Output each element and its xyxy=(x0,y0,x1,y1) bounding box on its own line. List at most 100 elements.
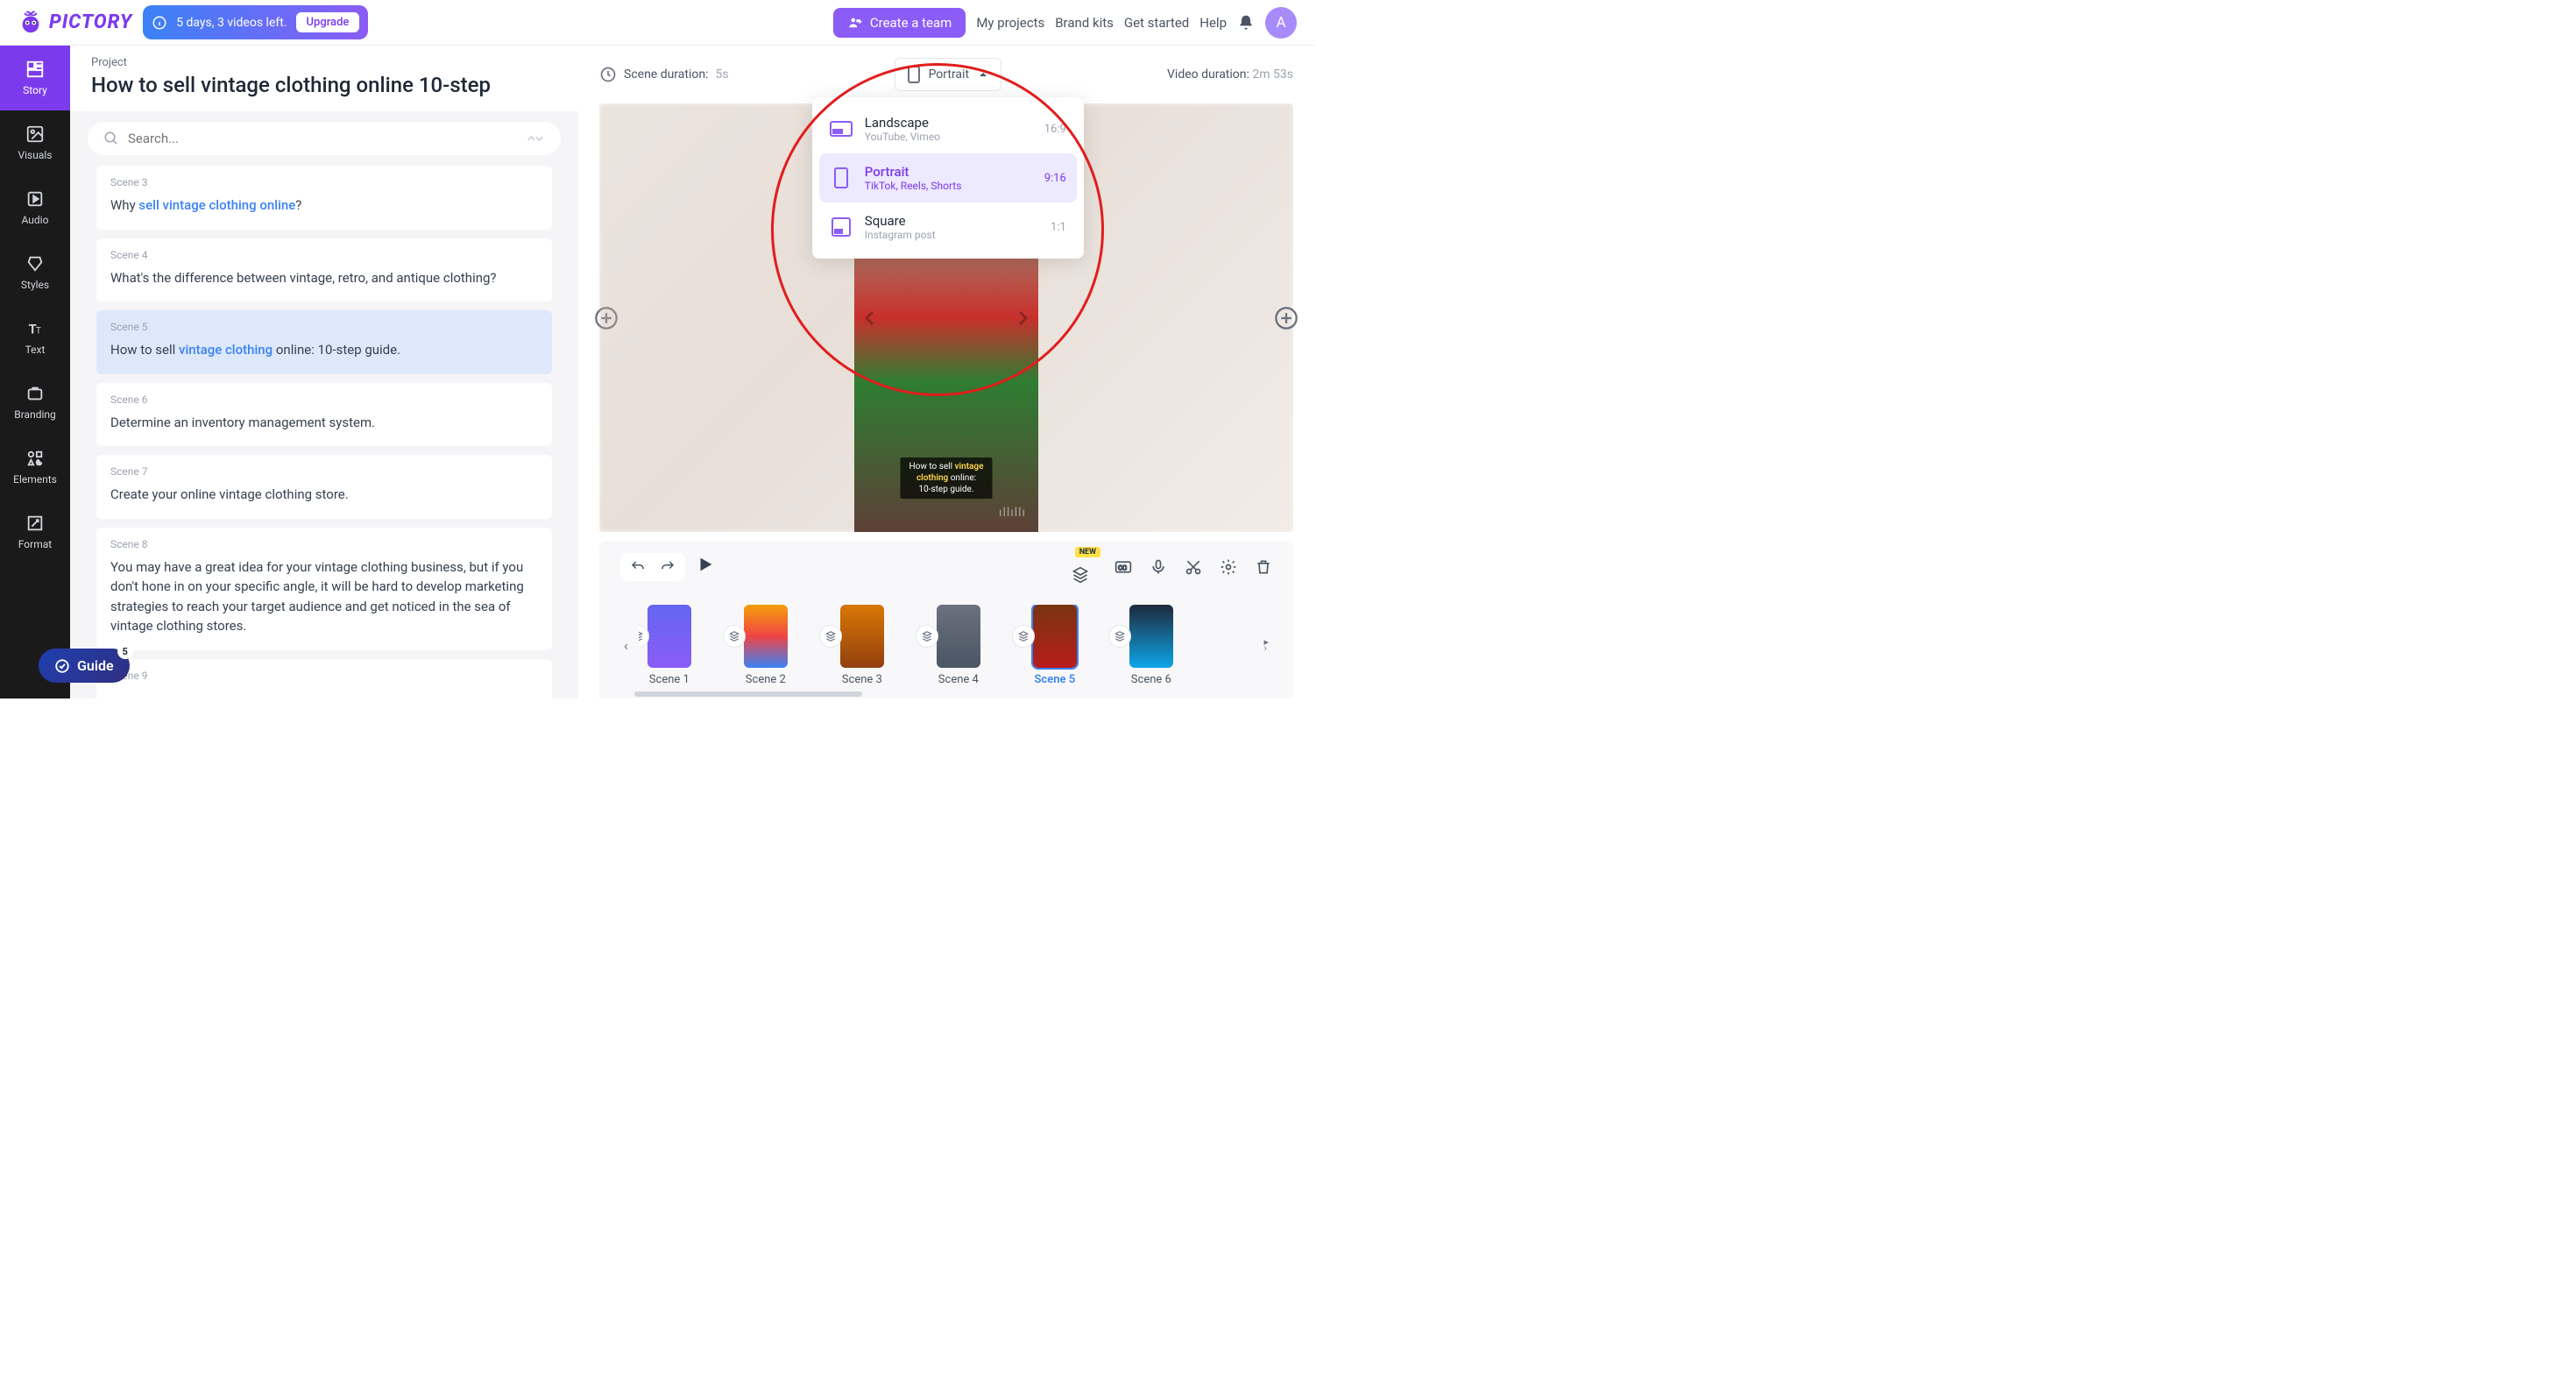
timeline-label: Scene 2 xyxy=(746,673,786,686)
add-scene-after-button[interactable] xyxy=(1274,306,1299,330)
format-option-landscape[interactable]: LandscapeYouTube, Vimeo 16:9 xyxy=(819,104,1077,153)
timeline-scrollbar[interactable] xyxy=(634,691,862,697)
undo-redo-group xyxy=(620,553,685,581)
mic-icon[interactable] xyxy=(1150,558,1167,576)
logo[interactable]: PICTORY xyxy=(18,10,132,36)
next-frame-icon[interactable] xyxy=(1012,308,1033,329)
scene-card[interactable]: Scene 3 Why sell vintage clothing online… xyxy=(96,166,552,230)
timeline-thumb[interactable] xyxy=(840,605,884,668)
rail-branding[interactable]: Branding xyxy=(0,370,70,435)
timeline-thumb[interactable] xyxy=(648,605,691,668)
trial-pill: 5 days, 3 videos left. Upgrade xyxy=(143,5,368,39)
layer-icon[interactable] xyxy=(639,625,649,648)
play-button[interactable] xyxy=(696,555,715,579)
layer-icon[interactable] xyxy=(1012,625,1035,648)
guide-label: Guide xyxy=(77,657,114,674)
gear-icon[interactable] xyxy=(1220,558,1237,576)
timeline-item[interactable]: Scene 5 xyxy=(1033,605,1077,686)
scene-card-selected[interactable]: Scene 5 How to sell vintage clothing onl… xyxy=(96,310,552,374)
timeline-item[interactable]: Scene 3 xyxy=(840,605,884,686)
upgrade-button[interactable]: Upgrade xyxy=(296,12,360,32)
format-dropdown[interactable]: Portrait LandscapeYouTube, Vimeo 16:9 Po… xyxy=(895,58,1001,91)
cut-icon[interactable] xyxy=(1185,558,1202,576)
redo-button[interactable] xyxy=(659,558,676,576)
timeline-label: Scene 1 xyxy=(649,673,690,686)
timeline-next[interactable]: ▸› xyxy=(1260,640,1272,651)
timeline-label: Scene 4 xyxy=(938,673,979,686)
scene-card[interactable]: Scene 7 Create your online vintage cloth… xyxy=(96,455,552,519)
nav-get-started[interactable]: Get started xyxy=(1124,15,1189,31)
guide-button[interactable]: Guide 5 xyxy=(39,649,130,683)
scenes-column: Project How to sell vintage clothing onl… xyxy=(70,46,578,698)
svg-text:CC: CC xyxy=(1118,564,1127,571)
rail-elements[interactable]: Elements xyxy=(0,435,70,500)
scene-card[interactable]: Scene 9 xyxy=(96,659,552,699)
clock-icon xyxy=(599,66,617,83)
rail-audio[interactable]: Audio xyxy=(0,175,70,240)
timeline-item[interactable]: Scene 6 xyxy=(1129,605,1173,686)
scene-duration-value: 5s xyxy=(715,67,728,82)
header: PICTORY 5 days, 3 videos left. Upgrade C… xyxy=(0,0,1314,46)
project-label: Project xyxy=(91,56,557,69)
rail-format[interactable]: Format xyxy=(0,500,70,564)
create-team-label: Create a team xyxy=(870,15,952,31)
project-header: Project How to sell vintage clothing onl… xyxy=(70,46,578,111)
format-selected: Portrait xyxy=(929,67,969,82)
video-duration-value: 2m 53s xyxy=(1252,67,1293,82)
timeline-thumb[interactable] xyxy=(1033,605,1077,668)
scene-card[interactable]: Scene 6 Determine an inventory managemen… xyxy=(96,383,552,447)
search-input[interactable] xyxy=(128,131,545,146)
layer-icon[interactable] xyxy=(723,625,746,648)
layer-icon[interactable] xyxy=(916,625,938,648)
timeline-thumb[interactable] xyxy=(937,605,980,668)
nav-help[interactable]: Help xyxy=(1200,15,1227,31)
landscape-icon xyxy=(830,121,853,137)
layer-icon[interactable] xyxy=(819,625,842,648)
guide-count: 5 xyxy=(117,643,133,659)
nav-brand-kits[interactable]: Brand kits xyxy=(1055,15,1114,31)
trash-icon[interactable] xyxy=(1255,558,1272,576)
layers-icon[interactable] xyxy=(1072,566,1089,584)
layer-icon[interactable] xyxy=(1108,625,1131,648)
format-option-portrait[interactable]: PortraitTikTok, Reels, Shorts 9:16 xyxy=(819,153,1077,202)
info-icon xyxy=(152,15,167,31)
prev-frame-icon[interactable] xyxy=(860,308,881,329)
timeline-thumb[interactable] xyxy=(744,605,788,668)
create-team-button[interactable]: Create a team xyxy=(833,8,966,38)
expand-icon[interactable] xyxy=(526,132,545,145)
side-rail: Story Visuals Audio Styles TTText Brandi… xyxy=(0,46,70,698)
portrait-icon xyxy=(908,66,920,83)
rail-visuals[interactable]: Visuals xyxy=(0,110,70,175)
portrait-icon xyxy=(834,167,848,188)
scenes-list[interactable]: Scene 3 Why sell vintage clothing online… xyxy=(70,166,578,698)
timeline-thumb[interactable] xyxy=(1129,605,1173,668)
team-icon xyxy=(847,15,863,31)
rail-styles[interactable]: Styles xyxy=(0,240,70,305)
avatar[interactable]: A xyxy=(1265,7,1297,39)
format-option-square[interactable]: SquareInstagram post 1:1 xyxy=(819,202,1077,252)
timeline-label: Scene 5 xyxy=(1035,673,1076,686)
cc-icon[interactable]: CC xyxy=(1115,558,1132,576)
duration-bar: Scene duration: 5s Portrait LandscapeYou… xyxy=(578,46,1314,103)
undo-button[interactable] xyxy=(629,558,647,576)
rail-story[interactable]: Story xyxy=(0,46,70,110)
timeline: ‹ Scene 1Scene 2Scene 3Scene 4Scene 5Sce… xyxy=(599,592,1293,698)
timeline-item[interactable]: Scene 2 xyxy=(744,605,788,686)
guide-icon xyxy=(54,658,70,674)
timeline-item[interactable]: Scene 4 xyxy=(937,605,980,686)
project-title: How to sell vintage clothing online 10-s… xyxy=(91,73,557,97)
trial-text: 5 days, 3 videos left. xyxy=(176,16,287,30)
bell-icon[interactable] xyxy=(1237,14,1255,32)
nav-my-projects[interactable]: My projects xyxy=(976,15,1044,31)
timeline-item[interactable]: Scene 1 xyxy=(648,605,691,686)
timeline-label: Scene 6 xyxy=(1131,673,1171,686)
search-box[interactable] xyxy=(88,122,561,155)
rail-text[interactable]: TTText xyxy=(0,305,70,370)
timeline-scroll[interactable]: Scene 1 Scene 2 Scene 3 Scene 4 Scene 5 Scene… xyxy=(639,605,1254,686)
timeline-prev[interactable]: ‹ xyxy=(620,637,632,654)
preview-column: Scene duration: 5s Portrait LandscapeYou… xyxy=(578,46,1314,698)
format-dropdown-panel: LandscapeYouTube, Vimeo 16:9 PortraitTik… xyxy=(812,97,1084,259)
scene-card[interactable]: Scene 4 What's the difference between vi… xyxy=(96,238,552,302)
chevron-up-icon xyxy=(978,69,988,80)
scene-card[interactable]: Scene 8 You may have a great idea for yo… xyxy=(96,528,552,650)
